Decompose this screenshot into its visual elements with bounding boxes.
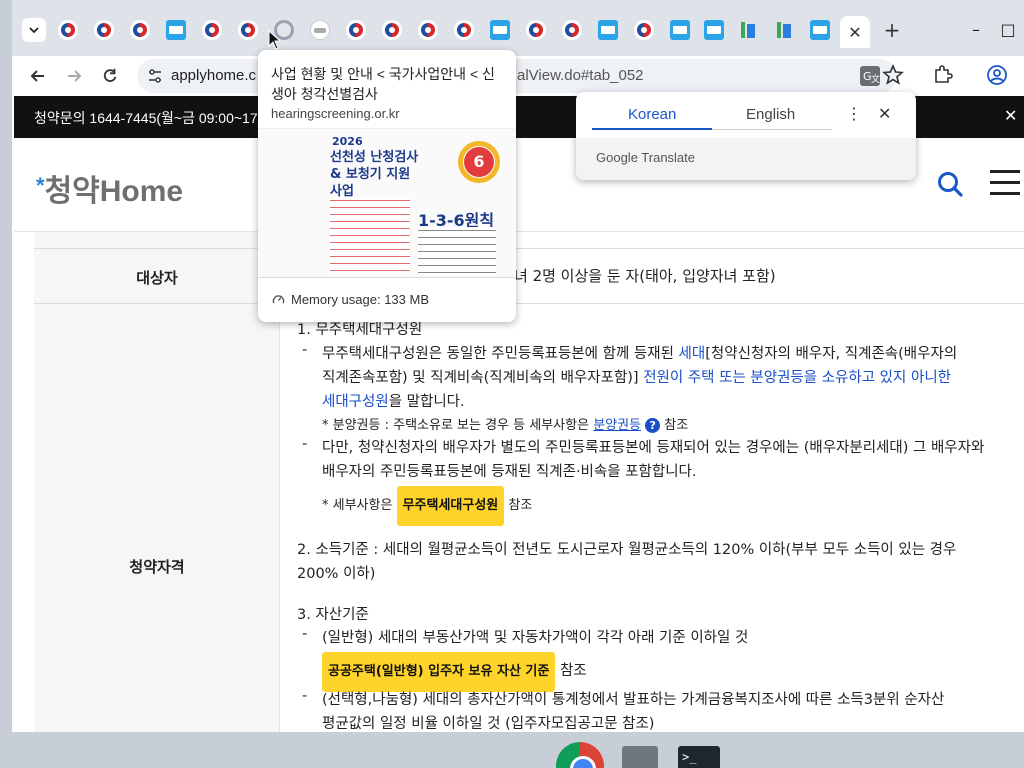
page-thumbnail: 2026 선천성 난청검사 & 보청기 지원사업 6 1-3-6원칙 [258, 128, 516, 278]
tab-favicon[interactable] [202, 20, 222, 40]
back-button[interactable] [24, 62, 52, 90]
tab-favicon[interactable] [670, 20, 690, 40]
list-bullet: - [302, 688, 308, 704]
help-icon[interactable]: ? [645, 418, 661, 433]
household-link[interactable]: 세대 [679, 346, 706, 362]
list-item: (선택형,나눔형) 세대의 총자산가액이 통계청에서 발표하는 가계금융복지조사… [322, 692, 945, 732]
list-item: 무주택세대구성원은 동일한 주민등록표등본에 함께 등재된 세대[청약신청자의 … [322, 346, 958, 410]
notice-text: 청약문의 1644-7445(월~금 09:00~17: [34, 110, 262, 126]
tab-favicon[interactable] [346, 20, 366, 40]
section-title: 3. 자산기준 [297, 607, 369, 623]
list-item: (일반형) 세대의 부동산가액 및 자동차가액이 각각 아래 기준 이하일 것 [322, 630, 749, 646]
presale-rights-link[interactable]: 분양권등 [593, 418, 641, 433]
url-path: alView.do#tab_052 [517, 67, 644, 84]
tab-favicon[interactable] [94, 20, 114, 40]
tab-hover-card: 사업 현황 및 안내 < 국가사업안내 < 신생아 청각선별검사 hearing… [258, 50, 516, 322]
income-criteria: 2. 소득기준 : 세대의 월평균소득이 전년도 도시근로자 월평균소득의 12… [297, 542, 957, 582]
network-app-icon[interactable] [622, 746, 658, 768]
eligibility-table: 대상자 녀 2명 이상을 둔 자(태아, 입양자녀 포함) 청약자격 1. 무주… [34, 232, 1024, 732]
close-icon[interactable]: ✕ [878, 104, 891, 123]
row-label-eligibility: 청약자격 [129, 558, 185, 576]
tab-favicon[interactable] [598, 20, 618, 40]
translate-brand: Google Translate [596, 150, 696, 165]
note-text: * 분양권등 : 주택소유로 보는 경우 등 세부사항은 분양권등 ? 참조 [322, 418, 689, 433]
url-host: applyhome.c [171, 67, 257, 84]
mouse-cursor-icon [268, 30, 282, 50]
search-icon[interactable] [936, 170, 964, 198]
tab-favicon[interactable] [454, 20, 474, 40]
tab-favicon[interactable] [130, 20, 150, 40]
hover-card-domain: hearingscreening.or.kr [271, 106, 400, 121]
thumbnail-body [418, 227, 496, 275]
memory-usage: Memory usage: 133 MB [272, 292, 429, 307]
tab-favicon[interactable] [526, 20, 546, 40]
hamburger-menu-icon[interactable] [990, 170, 1020, 196]
bookmark-star-icon[interactable] [882, 64, 904, 86]
list-bullet: - [302, 436, 308, 452]
table-header-cell [34, 304, 280, 732]
note-text: 공공주택(일반형) 입주자 보유 자산 기준 참조 [322, 652, 1012, 692]
extensions-icon[interactable] [932, 64, 954, 86]
tab-favicon[interactable] [58, 20, 78, 40]
list-bullet: - [302, 342, 308, 358]
more-options-icon[interactable]: ⋮ [846, 104, 862, 123]
tab-favicon[interactable] [738, 20, 758, 40]
translate-popup: Korean English ⋮ ✕ Google Translate [576, 92, 916, 180]
new-tab-button[interactable]: + [880, 18, 904, 42]
target-language-tab[interactable]: English [746, 106, 795, 123]
gauge-icon [272, 295, 285, 304]
reload-button[interactable] [96, 62, 124, 90]
arrow-right-icon [68, 70, 82, 82]
tab-divider [712, 129, 832, 130]
asset-criteria-button[interactable]: 공공주택(일반형) 입주자 보유 자산 기준 [322, 652, 556, 692]
arrow-left-icon [30, 70, 44, 82]
tab-search-button[interactable] [22, 18, 46, 42]
forward-button[interactable] [60, 62, 88, 90]
active-tab-indicator [592, 128, 712, 130]
tab-favicon[interactable] [418, 20, 438, 40]
thumbnail-heading: 선천성 난청검사 & 보청기 지원사업 [330, 150, 419, 199]
terminal-app-icon[interactable]: >_ [678, 746, 720, 768]
tab-favicon[interactable] [634, 20, 654, 40]
tab-favicon[interactable] [238, 20, 258, 40]
no-ownership-link[interactable]: 전원이 주택 또는 분양권등을 소유하고 있지 아니한 [643, 370, 951, 386]
homeless-member-button[interactable]: 무주택세대구성원 [396, 486, 505, 526]
minimize-button[interactable]: – [964, 18, 988, 42]
household-member-link[interactable]: 세대구성원 [322, 394, 389, 410]
reload-icon [103, 68, 117, 82]
svg-text:文: 文 [871, 73, 880, 85]
tab-strip: ✕ + – □ [12, 0, 1024, 56]
tab-favicon[interactable] [810, 20, 830, 40]
translate-icon[interactable]: G文 [859, 65, 881, 87]
tab-favicon[interactable] [704, 20, 724, 40]
thumbnail-body [330, 197, 410, 275]
address-bar[interactable]: applyhome.c alView.do#tab_052 G文 [137, 59, 897, 93]
row-label-target: 대상자 [136, 269, 178, 287]
profile-icon[interactable] [986, 64, 1008, 86]
tab-favicon[interactable] [310, 20, 330, 40]
site-logo[interactable]: *청약Home [36, 166, 183, 210]
site-info-icon[interactable] [147, 68, 163, 84]
active-tab-close-button[interactable]: ✕ [840, 16, 870, 48]
tab-favicon[interactable] [774, 20, 794, 40]
row-target-text: 녀 2명 이상을 둔 자(태아, 입양자녀 포함) [514, 267, 776, 285]
tab-favicon[interactable] [490, 20, 510, 40]
chevron-down-icon [29, 27, 39, 34]
maximize-button[interactable]: □ [996, 18, 1020, 42]
hover-card-title: 사업 현황 및 안내 < 국가사업안내 < 신생아 청각선별검사 [271, 66, 495, 102]
tab-favicon[interactable] [382, 20, 402, 40]
table-header-cell [34, 232, 280, 248]
notice-close-button[interactable]: ✕ [1004, 106, 1024, 125]
source-language-tab[interactable]: Korean [628, 106, 676, 123]
note-text: * 세부사항은 무주택세대구성원 참조 [322, 486, 1012, 526]
tab-favicon[interactable] [166, 20, 186, 40]
thumbnail-badge: 6 [464, 147, 494, 177]
browser-toolbar: applyhome.c alView.do#tab_052 G文 [12, 56, 1024, 96]
tab-favicon[interactable] [562, 20, 582, 40]
list-bullet: - [302, 626, 308, 642]
taskbar [0, 732, 1024, 768]
thumbnail-year: 2026 [332, 135, 363, 148]
list-item: 다만, 청약신청자의 배우자가 별도의 주민등록표등본에 등재되어 있는 경우에… [322, 440, 985, 480]
